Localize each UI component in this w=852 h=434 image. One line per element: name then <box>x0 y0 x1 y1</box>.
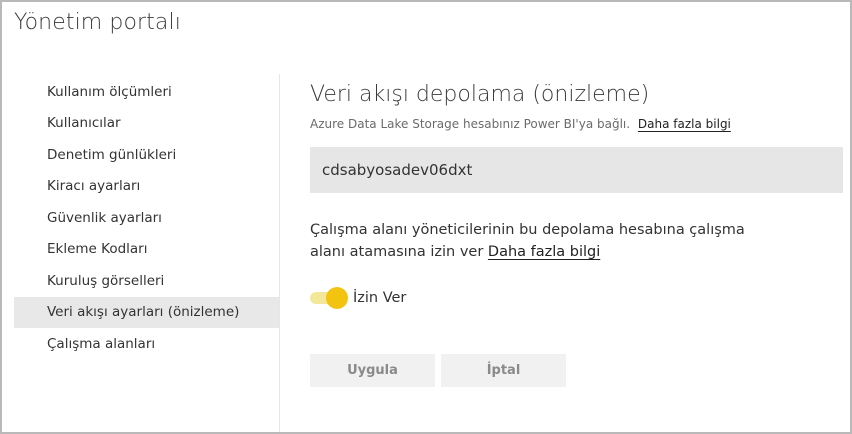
sidebar-item-label: Kullanıcılar <box>47 115 121 132</box>
page-title: Yönetim portalı <box>14 10 181 35</box>
learn-more-link[interactable]: Daha fazla bilgi <box>638 117 731 131</box>
sidebar-item-label: Veri akışı ayarları (önizleme) <box>47 304 240 321</box>
subtitle-text: Azure Data Lake Storage hesabınız Power … <box>310 117 631 131</box>
sidebar-item-label: Güvenlik ayarları <box>47 209 162 226</box>
allow-toggle-row: İzin Ver <box>310 285 845 311</box>
sidebar-item-label: Denetim günlükleri <box>47 146 177 163</box>
description-learn-more-link[interactable]: Daha fazla bilgi <box>488 244 600 260</box>
sidebar-item-label: Çalışma alanları <box>47 335 156 352</box>
cancel-button[interactable]: İptal <box>441 354 566 387</box>
allow-toggle-label: İzin Ver <box>353 290 407 306</box>
admin-portal-window: Yönetim portalı Kullanım ölçümleri Kulla… <box>0 0 852 434</box>
sidebar-item-label: Kuruluş görselleri <box>47 272 165 289</box>
sidebar-item-dataflow-settings[interactable]: Veri akışı ayarları (önizleme) <box>14 296 279 328</box>
sidebar-item-audit-logs[interactable]: Denetim günlükleri <box>14 139 279 171</box>
sidebar-item-usage-metrics[interactable]: Kullanım ölçümleri <box>14 76 279 108</box>
sidebar-item-tenant-settings[interactable]: Kiracı ayarları <box>14 171 279 203</box>
sidebar-item-organizational-visuals[interactable]: Kuruluş görselleri <box>14 265 279 297</box>
storage-account-name: cdsabyosadev06dxt <box>322 161 473 179</box>
sidebar-divider <box>279 74 280 432</box>
section-title: Veri akışı depolama (önizleme) <box>310 82 650 107</box>
allow-toggle[interactable] <box>310 287 348 309</box>
dataflow-storage-panel: Veri akışı depolama (önizleme) Azure Dat… <box>310 82 845 387</box>
sidebar-nav: Kullanım ölçümleri Kullanıcılar Denetim … <box>14 76 279 360</box>
sidebar-item-embed-codes[interactable]: Ekleme Kodları <box>14 234 279 266</box>
action-buttons: Uygula İptal <box>310 354 845 387</box>
sidebar-item-security-settings[interactable]: Güvenlik ayarları <box>14 202 279 234</box>
sidebar-item-label: Kiracı ayarları <box>47 178 141 195</box>
workspace-assignment-description: Çalışma alanı yöneticilerinin bu depolam… <box>310 219 750 263</box>
storage-connected-message: Azure Data Lake Storage hesabınız Power … <box>310 117 845 131</box>
sidebar-item-workspaces[interactable]: Çalışma alanları <box>14 328 279 360</box>
sidebar-item-label: Ekleme Kodları <box>47 241 148 258</box>
sidebar-item-users[interactable]: Kullanıcılar <box>14 108 279 140</box>
apply-button[interactable]: Uygula <box>310 354 435 387</box>
storage-account-name-field: cdsabyosadev06dxt <box>310 147 843 193</box>
toggle-knob <box>326 287 348 309</box>
sidebar-item-label: Kullanım ölçümleri <box>47 83 172 100</box>
